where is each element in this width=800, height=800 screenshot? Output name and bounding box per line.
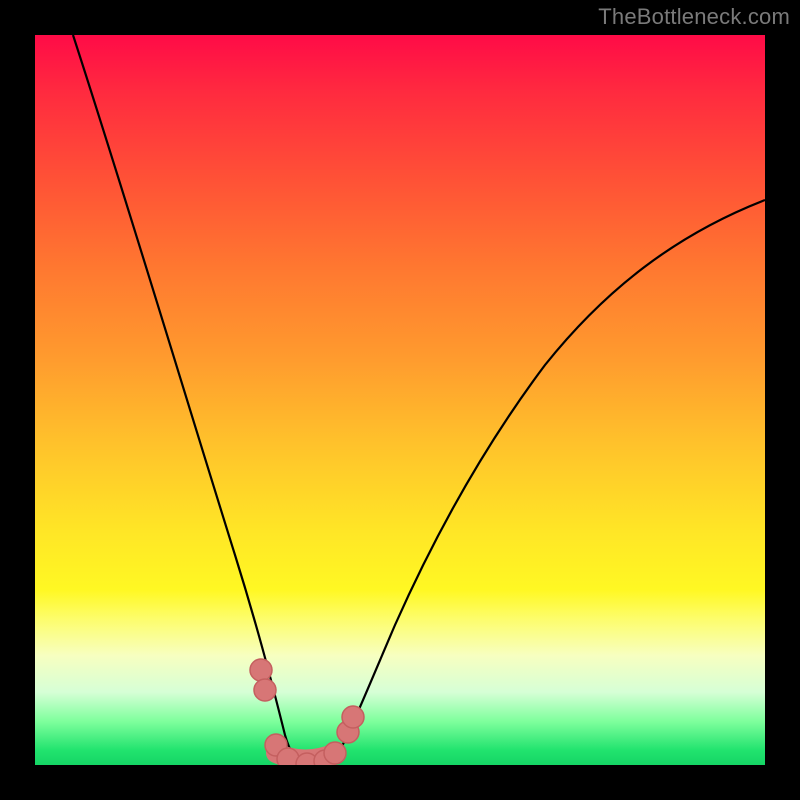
- chart-container: TheBottleneck.com: [0, 0, 800, 800]
- marker-beads: [250, 659, 364, 765]
- marker-dot: [250, 659, 272, 681]
- marker-dot: [254, 679, 276, 701]
- watermark-text: TheBottleneck.com: [598, 4, 790, 30]
- chart-svg: [35, 35, 765, 765]
- curve-left-branch: [73, 35, 305, 764]
- curve-right-branch: [333, 200, 765, 762]
- marker-dot: [324, 742, 346, 764]
- plot-area: [35, 35, 765, 765]
- marker-dot: [342, 706, 364, 728]
